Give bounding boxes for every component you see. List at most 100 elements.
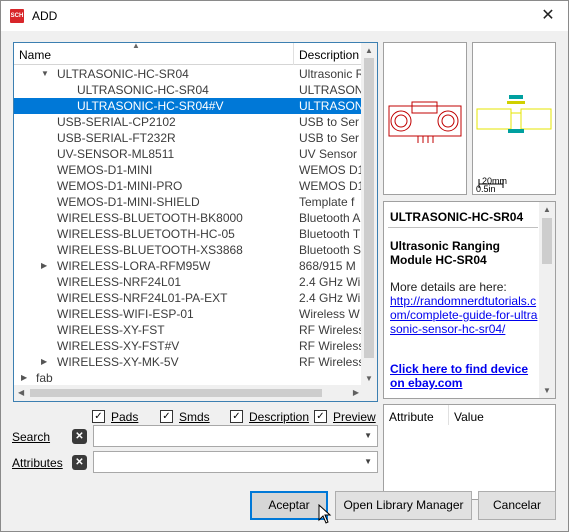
tree-row-name: ULTRASONIC-HC-SR04 xyxy=(77,83,209,97)
tree-row[interactable]: WEMOS-D1-MINI WEMOS D1 xyxy=(14,162,363,178)
close-icon[interactable]: ✕ xyxy=(534,4,562,28)
attribute-table: Attribute Value xyxy=(383,404,556,500)
column-divider[interactable] xyxy=(448,405,449,425)
tree-row[interactable]: WIRELESS-BLUETOOTH-XS3868 Bluetooth S xyxy=(14,242,363,258)
collapse-arrow-icon[interactable]: ▶ xyxy=(21,370,27,385)
info-scrollbar[interactable]: ▲ ▼ xyxy=(539,202,555,398)
checkmark-icon[interactable]: ✓ xyxy=(314,410,327,424)
tree-row-description: Bluetooth T xyxy=(299,227,361,241)
tree-row-description: 2.4 GHz Wi xyxy=(299,275,361,289)
package-graphic xyxy=(476,95,552,188)
more-details: More details are here: http://randomnerd… xyxy=(390,280,540,336)
scroll-down-icon[interactable]: ▼ xyxy=(543,386,551,395)
tree-row-description: RF Wireless xyxy=(299,355,363,369)
dropdown-arrow-icon[interactable]: ▼ xyxy=(364,431,372,440)
search-input[interactable]: ▼ xyxy=(93,425,378,447)
search-label: Search xyxy=(12,430,51,444)
library-tree[interactable]: Name ▲ Description ▼ ULTRASONIC-HC-SR04 Ul… xyxy=(13,42,378,402)
tree-row-description: UV Sensor xyxy=(299,147,358,161)
tree-row[interactable]: ▶ WIRELESS-XY-MK-5V RF Wireless xyxy=(14,354,363,370)
column-header-name[interactable]: Name xyxy=(19,48,51,62)
info-divider xyxy=(388,227,538,228)
collapse-arrow-icon[interactable]: ▶ xyxy=(41,258,47,274)
tree-row[interactable]: UV-SENSOR-ML8511 UV Sensor xyxy=(14,146,363,162)
title-bar: SCH ADD ✕ xyxy=(0,0,569,31)
column-header-value[interactable]: Value xyxy=(454,410,484,424)
tree-row-name: UV-SENSOR-ML8511 xyxy=(57,147,175,161)
tutorial-link[interactable]: http://randomnerdtutorials.com/complete-… xyxy=(390,294,537,336)
tree-row-name: WEMOS-D1-MINI xyxy=(57,163,153,177)
checkmark-icon[interactable]: ✓ xyxy=(230,410,243,424)
smds-label[interactable]: Smds xyxy=(179,410,210,424)
tree-row[interactable]: WEMOS-D1-MINI-SHIELD Template f xyxy=(14,194,363,210)
tree-row-description: 2.4 GHz Wi xyxy=(299,291,361,305)
description-checkbox[interactable]: ✓ Description xyxy=(230,409,309,424)
tree-row[interactable]: WEMOS-D1-MINI-PRO WEMOS D1 xyxy=(14,178,363,194)
device-heading: Ultrasonic Ranging Module HC-SR04 xyxy=(390,239,501,267)
tree-horizontal-scrollbar[interactable]: ◀ ▶ xyxy=(14,385,363,401)
tree-row-description: RF Wireless xyxy=(299,323,363,337)
tree-vertical-scrollbar[interactable]: ▲ ▼ xyxy=(361,43,377,386)
scroll-up-icon[interactable]: ▲ xyxy=(365,46,373,55)
tree-row[interactable]: ▶ fab xyxy=(14,370,363,385)
tree-row[interactable]: WIRELESS-NRF24L01-PA-EXT 2.4 GHz Wi xyxy=(14,290,363,306)
symbol-graphic xyxy=(388,101,462,143)
mouse-cursor-icon xyxy=(318,504,332,524)
collapse-arrow-icon[interactable]: ▶ xyxy=(41,354,47,370)
preview-label[interactable]: Preview xyxy=(333,410,376,424)
tree-row-description: ULTRASON xyxy=(299,99,363,113)
tree-row-name: WIRELESS-XY-MK-5V xyxy=(57,355,179,369)
ebay-link[interactable]: Click here to find device on ebay.com xyxy=(390,362,540,390)
tree-row-description: RF Wireless xyxy=(299,339,363,353)
tree-row[interactable]: WIRELESS-XY-FST#V RF Wireless xyxy=(14,338,363,354)
tree-row[interactable]: WIRELESS-BLUETOOTH-BK8000 Bluetooth A xyxy=(14,210,363,226)
scale-sub-label: 0.5in xyxy=(476,184,496,194)
expand-arrow-icon[interactable]: ▼ xyxy=(41,66,49,82)
tree-row-description: Wireless W xyxy=(299,307,360,321)
scroll-right-icon[interactable]: ▶ xyxy=(353,388,359,397)
dropdown-arrow-icon[interactable]: ▼ xyxy=(364,457,372,466)
info-scroll-thumb[interactable] xyxy=(542,218,552,264)
tree-vertical-scroll-thumb[interactable] xyxy=(364,58,374,358)
tree-row-description: USB to Ser xyxy=(299,131,360,145)
column-header-attribute[interactable]: Attribute xyxy=(389,410,434,424)
tree-row[interactable]: WIRELESS-XY-FST RF Wireless xyxy=(14,322,363,338)
attributes-input[interactable]: ▼ xyxy=(93,451,378,473)
preview-checkbox[interactable]: ✓ Preview xyxy=(314,409,376,424)
checkmark-icon[interactable]: ✓ xyxy=(92,410,105,424)
tree-horizontal-scroll-thumb[interactable] xyxy=(30,389,322,397)
checkmark-icon[interactable]: ✓ xyxy=(160,410,173,424)
tree-row[interactable]: ▼ ULTRASONIC-HC-SR04 Ultrasonic R xyxy=(14,66,363,82)
description-label[interactable]: Description xyxy=(249,410,309,424)
scroll-up-icon[interactable]: ▲ xyxy=(543,205,551,214)
cancel-button[interactable]: Cancelar xyxy=(478,491,556,520)
open-library-manager-button[interactable]: Open Library Manager xyxy=(335,491,472,520)
tree-row[interactable]: WIRELESS-BLUETOOTH-HC-05 Bluetooth T xyxy=(14,226,363,242)
tree-row-selected[interactable]: ULTRASONIC-HC-SR04#V ULTRASON xyxy=(14,98,363,114)
tree-row-name: WIRELESS-XY-FST xyxy=(57,323,165,337)
scrollbar-corner xyxy=(361,385,377,401)
package-preview: 20mm 0.5in xyxy=(472,42,556,195)
pads-checkbox[interactable]: ✓ Pads xyxy=(92,409,138,424)
tree-row-description: USB to Ser xyxy=(299,115,360,129)
ebay-link-text[interactable]: Click here to find device on ebay.com xyxy=(390,362,528,390)
column-divider[interactable] xyxy=(293,43,294,65)
tree-row[interactable]: WIRELESS-NRF24L01 2.4 GHz Wi xyxy=(14,274,363,290)
tree-row[interactable]: USB-SERIAL-FT232R USB to Ser xyxy=(14,130,363,146)
tree-row[interactable]: ▶ WIRELESS-LORA-RFM95W 868/915 M xyxy=(14,258,363,274)
smds-checkbox[interactable]: ✓ Smds xyxy=(160,409,210,424)
scroll-left-icon[interactable]: ◀ xyxy=(18,388,24,397)
tree-row-name: WIRELESS-BLUETOOTH-BK8000 xyxy=(57,211,243,225)
scroll-down-icon[interactable]: ▼ xyxy=(365,374,373,383)
tree-row-name: WIRELESS-LORA-RFM95W xyxy=(57,259,211,273)
tree-row-description: Bluetooth A xyxy=(299,211,361,225)
tree-row[interactable]: WIRELESS-WIFI-ESP-01 Wireless W xyxy=(14,306,363,322)
tree-row-description: 868/915 M xyxy=(299,259,356,273)
column-header-description[interactable]: Description xyxy=(299,48,359,62)
clear-search-icon[interactable]: ✕ xyxy=(72,429,87,444)
pads-label[interactable]: Pads xyxy=(111,410,138,424)
clear-attributes-icon[interactable]: ✕ xyxy=(72,455,87,470)
tree-row[interactable]: USB-SERIAL-CP2102 USB to Ser xyxy=(14,114,363,130)
ok-button[interactable]: Aceptar xyxy=(250,491,328,520)
tree-row[interactable]: ULTRASONIC-HC-SR04 ULTRASON xyxy=(14,82,363,98)
